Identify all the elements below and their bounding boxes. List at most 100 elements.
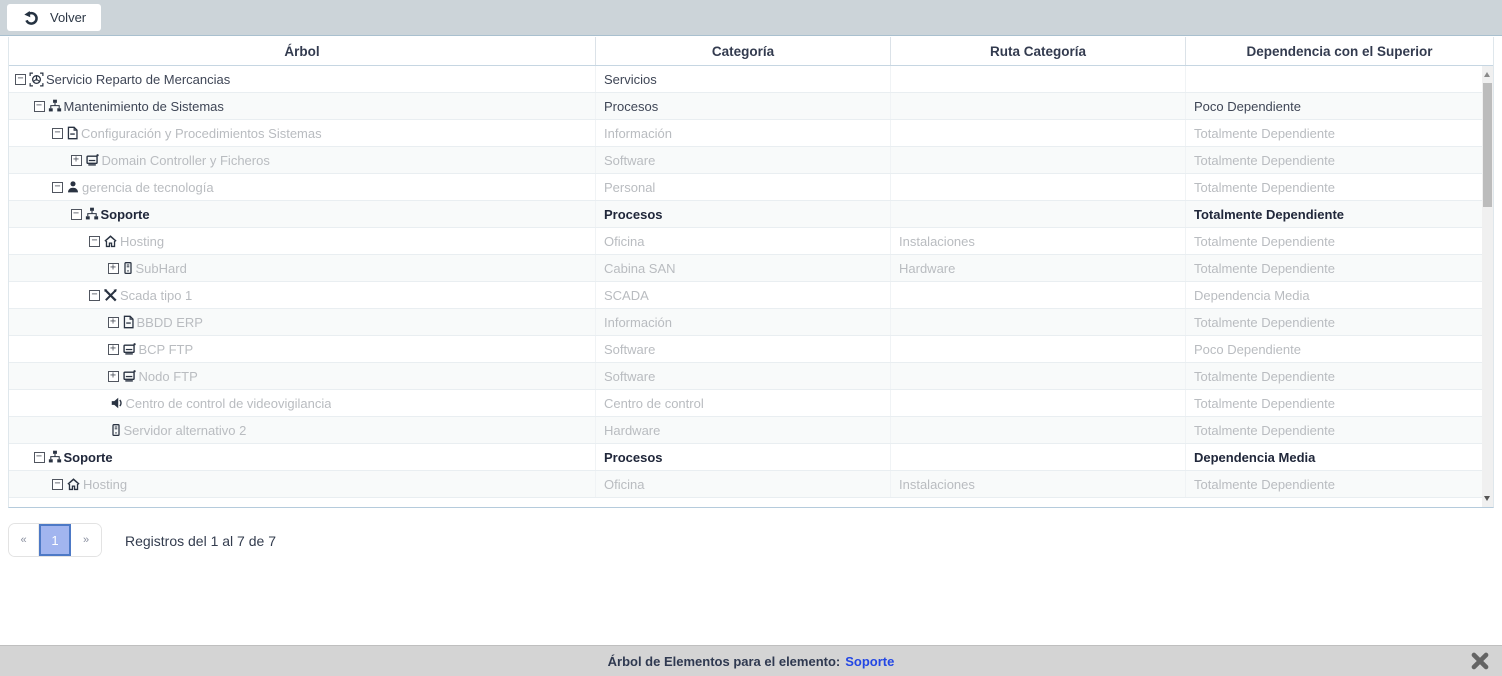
node-label: SubHard	[136, 261, 187, 276]
node-label: Hosting	[83, 477, 127, 492]
expand-toggle[interactable]: +	[108, 263, 119, 274]
scrollbar-thumb[interactable]	[1483, 83, 1492, 207]
dependencia-cell: Totalmente Dependiente	[1186, 147, 1493, 173]
server-icon	[110, 423, 122, 437]
column-header-ruta-categoria[interactable]: Ruta Categoría	[891, 37, 1186, 65]
volver-button[interactable]: Volver	[7, 4, 101, 31]
scroll-down-arrow-icon[interactable]	[1484, 496, 1490, 501]
document-icon	[122, 315, 135, 329]
table-row[interactable]: + Nodo FTP Software Totalmente Dependien…	[9, 363, 1493, 390]
column-header-dependencia[interactable]: Dependencia con el Superior	[1186, 37, 1493, 65]
table-row[interactable]: + Domain Controller y Ficheros Software …	[9, 147, 1493, 174]
column-header-categoria[interactable]: Categoría	[596, 37, 891, 65]
tree-cell: − Hosting	[9, 228, 596, 254]
categoria-cell: Cabina SAN	[596, 255, 891, 281]
volver-label: Volver	[50, 10, 86, 25]
table-header: Árbol Categoría Ruta Categoría Dependenc…	[9, 37, 1493, 66]
table-row[interactable]: − gerencia de tecnología Personal Totalm…	[9, 174, 1493, 201]
categoria-cell: Hardware	[596, 417, 891, 443]
software-icon	[122, 369, 137, 383]
close-icon	[1469, 650, 1491, 672]
ruta-categoria-cell	[891, 444, 1186, 470]
table-row[interactable]: − Mantenimiento de Sistemas Procesos Poc…	[9, 93, 1493, 120]
collapse-toggle[interactable]: −	[89, 290, 100, 301]
footer-bar: Árbol de Elementos para el elemento: Sop…	[0, 645, 1502, 676]
software-icon	[85, 153, 100, 167]
collapse-toggle[interactable]: −	[89, 236, 100, 247]
tree-cell: + Domain Controller y Ficheros	[9, 147, 596, 173]
collapse-toggle[interactable]: −	[34, 101, 45, 112]
table-row[interactable]: + SubHard Cabina SAN Hardware Totalmente…	[9, 255, 1493, 282]
collapse-toggle[interactable]: −	[15, 74, 26, 85]
table-row[interactable]: + BBDD ERP Información Totalmente Depend…	[9, 309, 1493, 336]
collapse-toggle[interactable]: −	[34, 452, 45, 463]
categoria-cell: Software	[596, 363, 891, 389]
collapse-toggle[interactable]: −	[52, 182, 63, 193]
dependencia-cell: Totalmente Dependiente	[1186, 174, 1493, 200]
tree-cell: − Servicio Reparto de Mercancias	[9, 66, 596, 92]
vertical-scrollbar[interactable]	[1482, 66, 1493, 507]
collapse-toggle[interactable]: −	[52, 479, 63, 490]
table-row[interactable]: − Hosting Oficina Instalaciones Totalmen…	[9, 228, 1493, 255]
dependencia-cell: Poco Dependiente	[1186, 93, 1493, 119]
ruta-categoria-cell	[891, 66, 1186, 92]
expand-toggle[interactable]: +	[108, 317, 119, 328]
table-row[interactable]: − Servicio Reparto de Mercancias Servici…	[9, 66, 1493, 93]
sitemap-icon	[85, 207, 99, 221]
home-icon	[66, 477, 81, 491]
node-label: Scada tipo 1	[120, 288, 192, 303]
collapse-toggle[interactable]: −	[52, 128, 63, 139]
table-row[interactable]: + BCP FTP Software Poco Dependiente	[9, 336, 1493, 363]
sitemap-icon	[48, 99, 62, 113]
categoria-cell: Información	[596, 309, 891, 335]
first-page-button[interactable]: «	[9, 524, 39, 556]
server-icon	[122, 261, 134, 275]
node-label: BCP FTP	[139, 342, 194, 357]
scroll-up-arrow-icon[interactable]	[1484, 72, 1490, 77]
node-label: Nodo FTP	[139, 369, 198, 384]
tree-cell: − Mantenimiento de Sistemas	[9, 93, 596, 119]
node-label: Servidor alternativo 2	[124, 423, 247, 438]
table-row[interactable]: Servidor alternativo 2 Hardware Totalmen…	[9, 417, 1493, 444]
last-page-button[interactable]: »	[71, 524, 101, 556]
dependencia-cell: Totalmente Dependiente	[1186, 390, 1493, 416]
table-row[interactable]: − Soporte Procesos Totalmente Dependient…	[9, 201, 1493, 228]
page-1-button[interactable]: 1	[39, 524, 71, 556]
dependencia-cell: Totalmente Dependiente	[1186, 417, 1493, 443]
categoria-cell: Oficina	[596, 228, 891, 254]
categoria-cell: Software	[596, 147, 891, 173]
expand-toggle[interactable]: +	[108, 371, 119, 382]
table-row[interactable]: − Configuración y Procedimientos Sistema…	[9, 120, 1493, 147]
ruta-categoria-cell	[891, 147, 1186, 173]
node-label: Soporte	[64, 450, 113, 465]
node-label: Hosting	[120, 234, 164, 249]
dependencia-cell: Dependencia Media	[1186, 444, 1493, 470]
table-row[interactable]: − Hosting Oficina Instalaciones Totalmen…	[9, 471, 1493, 498]
table-row[interactable]: Centro de control de videovigilancia Cen…	[9, 390, 1493, 417]
ruta-categoria-cell	[891, 120, 1186, 146]
dependencia-cell: Poco Dependiente	[1186, 336, 1493, 362]
node-label: BBDD ERP	[137, 315, 203, 330]
close-button[interactable]	[1469, 650, 1491, 672]
software-icon	[122, 342, 137, 356]
categoria-cell: Procesos	[596, 93, 891, 119]
categoria-cell: Servicios	[596, 66, 891, 92]
tree-table: Árbol Categoría Ruta Categoría Dependenc…	[8, 37, 1494, 508]
collapse-toggle[interactable]: −	[71, 209, 82, 220]
ruta-categoria-cell	[891, 309, 1186, 335]
expand-toggle[interactable]: +	[108, 344, 119, 355]
column-header-arbol[interactable]: Árbol	[9, 37, 596, 65]
service-icon	[29, 72, 44, 87]
pagination: « 1 »	[8, 523, 102, 557]
footer-caption: Árbol de Elementos para el elemento:	[608, 654, 841, 669]
document-icon	[66, 126, 79, 140]
records-info: Registros del 1 al 7 de 7	[125, 533, 276, 549]
node-label: gerencia de tecnología	[82, 180, 214, 195]
expand-toggle[interactable]: +	[71, 155, 82, 166]
footer-element-link[interactable]: Soporte	[845, 654, 894, 669]
table-row[interactable]: − Scada tipo 1 SCADA Dependencia Media	[9, 282, 1493, 309]
tree-cell: + Nodo FTP	[9, 363, 596, 389]
tree-cell: − Soporte	[9, 444, 596, 470]
table-row[interactable]: − Soporte Procesos Dependencia Media	[9, 444, 1493, 471]
dependencia-cell: Dependencia Media	[1186, 282, 1493, 308]
